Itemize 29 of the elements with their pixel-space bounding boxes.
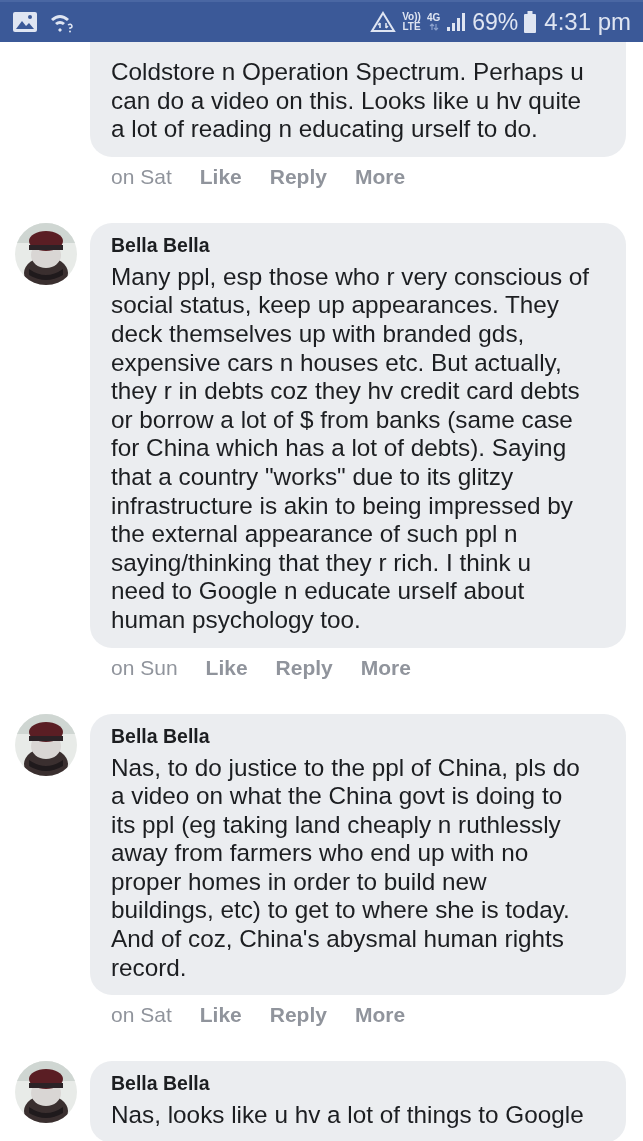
comment-time: on Sun — [111, 655, 178, 680]
lte-label: LTE — [402, 22, 421, 32]
action-link[interactable]: Like — [199, 164, 242, 189]
action-link[interactable]: Reply — [269, 164, 327, 189]
comment-text: Nas, to do justice to the ppl of China, pls do a video on what the China govt is doing to its ppl (eg taking land cheaply n ruthlessly away from farmers who end up with no proper homes in order to build new buildings, etc) to get to where she is today. And of coz, China's abysmal human rights record. — [111, 753, 581, 983]
action-link[interactable]: Reply — [275, 655, 333, 680]
action-link[interactable]: Reply — [269, 1003, 327, 1028]
battery-icon — [524, 11, 537, 33]
action-link[interactable]: More — [360, 655, 411, 680]
image-icon — [12, 11, 38, 33]
comment-text: Coldstore n Operation Spectrum. Perhaps u can do a video on this. Looks like u hv quite a lot of reading n educating urself to do. — [111, 58, 585, 144]
author-name[interactable]: Bella Bella — [111, 723, 608, 748]
action-link[interactable]: More — [354, 1003, 406, 1028]
action-link[interactable]: Like — [199, 1003, 242, 1028]
author-name[interactable]: Bella Bella — [111, 1071, 608, 1096]
comment-time: on Sat — [111, 1003, 172, 1028]
comment-text: Nas, looks like u hv a lot of things to Google — [111, 1101, 585, 1130]
volte-label: Vo)) — [402, 12, 421, 22]
signal-icon — [446, 12, 467, 32]
network-label: 4G — [426, 13, 441, 23]
comment-text: Many ppl, esp those who r very conscious of social status, keep up appearances. They deck themselves up with branded gds, expensive cars n houses etc. But actually, they r in debts coz they hv credit card debts or borrow a lot of $ from banks (same case for China which has a lot of debts). Saying that a country "works" due to its glitzy infrastructure is akin to being impressed by the external appearance of such ppl n saying/thinking that they r rich. I think u need to Google n educate urself about human psychology too. — [111, 262, 591, 635]
action-link[interactable]: Like — [205, 655, 248, 680]
author-name[interactable]: Bella Bella — [111, 232, 608, 257]
data-arrows-icon — [428, 23, 439, 31]
clock-time: 4:31 pm — [544, 8, 631, 36]
data-saver-icon — [370, 11, 397, 33]
battery-percent: 69% — [472, 8, 519, 36]
action-link[interactable]: More — [354, 164, 406, 189]
comment-time: on Sat — [111, 164, 172, 189]
